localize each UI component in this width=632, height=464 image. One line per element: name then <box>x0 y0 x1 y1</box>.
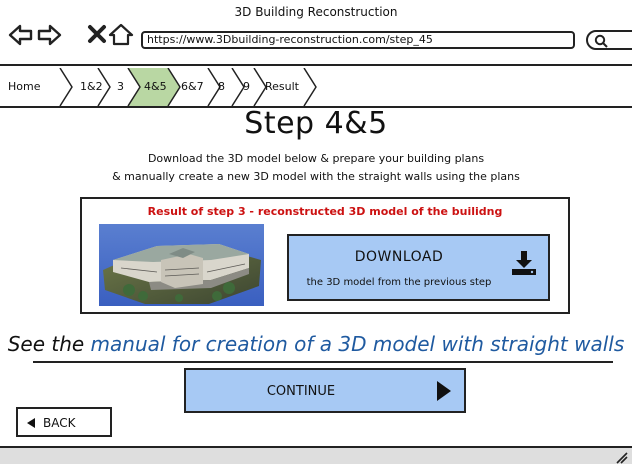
status-bar <box>0 446 632 464</box>
search-icon <box>594 34 608 48</box>
instruction-line-2: & manually create a new 3D model with th… <box>112 170 520 183</box>
back-arrow-icon[interactable] <box>8 22 34 48</box>
download-icon <box>512 251 536 275</box>
instruction-line-1: Download the 3D model below & prepare yo… <box>147 152 485 165</box>
result-panel: Result of step 3 - reconstructed 3D mode… <box>80 197 570 314</box>
breadcrumb-step-1-2[interactable]: 1&2 <box>80 80 103 93</box>
breadcrumb-step-8[interactable]: 8 <box>218 80 225 93</box>
window-title: 3D Building Reconstruction <box>234 5 398 19</box>
back-button[interactable]: BACK <box>16 407 112 437</box>
browser-chrome: 3D Building Reconstruction https://www.3… <box>0 0 632 66</box>
breadcrumb-result[interactable]: Result <box>265 80 299 93</box>
play-arrow-icon <box>437 381 451 401</box>
url-bar[interactable]: https://www.3Dbuilding-reconstruction.co… <box>141 31 575 49</box>
download-subtitle: the 3D model from the previous step <box>306 277 492 288</box>
breadcrumb-step-4-5[interactable]: 4&5 <box>144 80 167 93</box>
manual-prefix: See the <box>7 332 85 356</box>
continue-button[interactable]: CONTINUE <box>184 368 466 413</box>
manual-link[interactable]: manual for creation of a 3D model with s… <box>91 332 625 356</box>
breadcrumb-step-3[interactable]: 3 <box>117 80 124 93</box>
resize-handle-icon[interactable] <box>614 450 628 464</box>
forward-arrow-icon[interactable] <box>36 22 62 48</box>
back-triangle-icon <box>27 418 35 428</box>
download-button[interactable]: DOWNLOAD the 3D model from the previous … <box>287 234 550 301</box>
result-caption: Result of step 3 - reconstructed 3D mode… <box>147 205 503 218</box>
back-label: BACK <box>43 416 76 430</box>
page-title: Step 4&5 <box>244 106 388 141</box>
building-model-image <box>99 224 264 306</box>
divider <box>33 361 613 363</box>
continue-label: CONTINUE <box>266 384 336 399</box>
breadcrumb-step-6-7[interactable]: 6&7 <box>181 80 204 93</box>
breadcrumb: Home 1&2 3 4&5 6&7 8 9 Result <box>0 68 632 108</box>
manual-line: See the manual for creation of a 3D mode… <box>0 332 632 356</box>
breadcrumb-home[interactable]: Home <box>8 80 40 93</box>
home-icon[interactable] <box>108 22 134 48</box>
breadcrumb-step-9[interactable]: 9 <box>243 80 250 93</box>
search-box[interactable] <box>586 30 632 50</box>
download-title: DOWNLOAD <box>354 249 444 265</box>
